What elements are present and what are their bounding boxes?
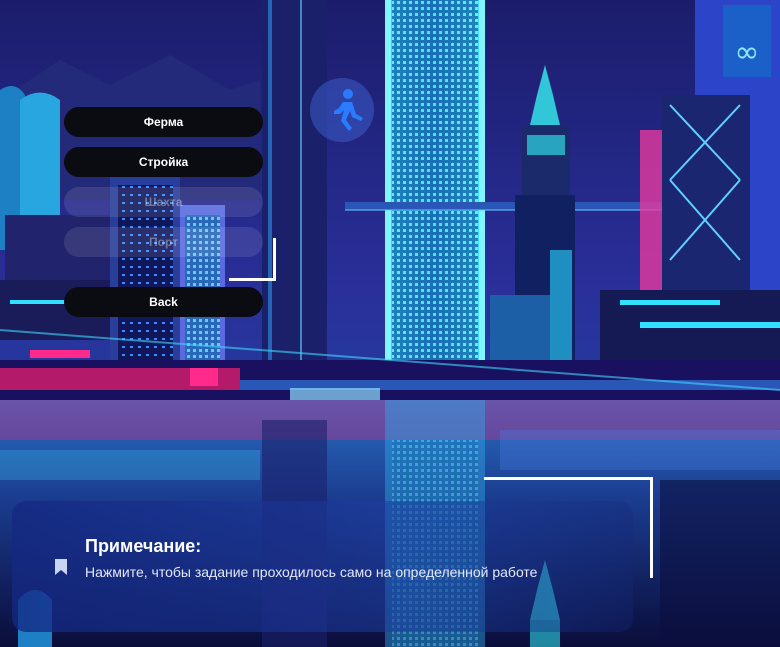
menu-button-construction[interactable]: Стройка [64, 147, 263, 177]
menu-button-mine[interactable]: Шахта [64, 187, 263, 217]
note-panel: Примечание: Нажмите, чтобы задание прохо… [12, 501, 633, 632]
menu-button-farm[interactable]: Ферма [64, 107, 263, 137]
bookmark-icon [55, 559, 67, 575]
note-title: Примечание: [85, 536, 202, 556]
note-text: Нажмите, чтобы задание проходилось само … [85, 564, 538, 580]
menu-button-port[interactable]: Порт [64, 227, 263, 257]
svg-text:∞: ∞ [735, 35, 760, 70]
back-button[interactable]: Back [64, 287, 263, 317]
